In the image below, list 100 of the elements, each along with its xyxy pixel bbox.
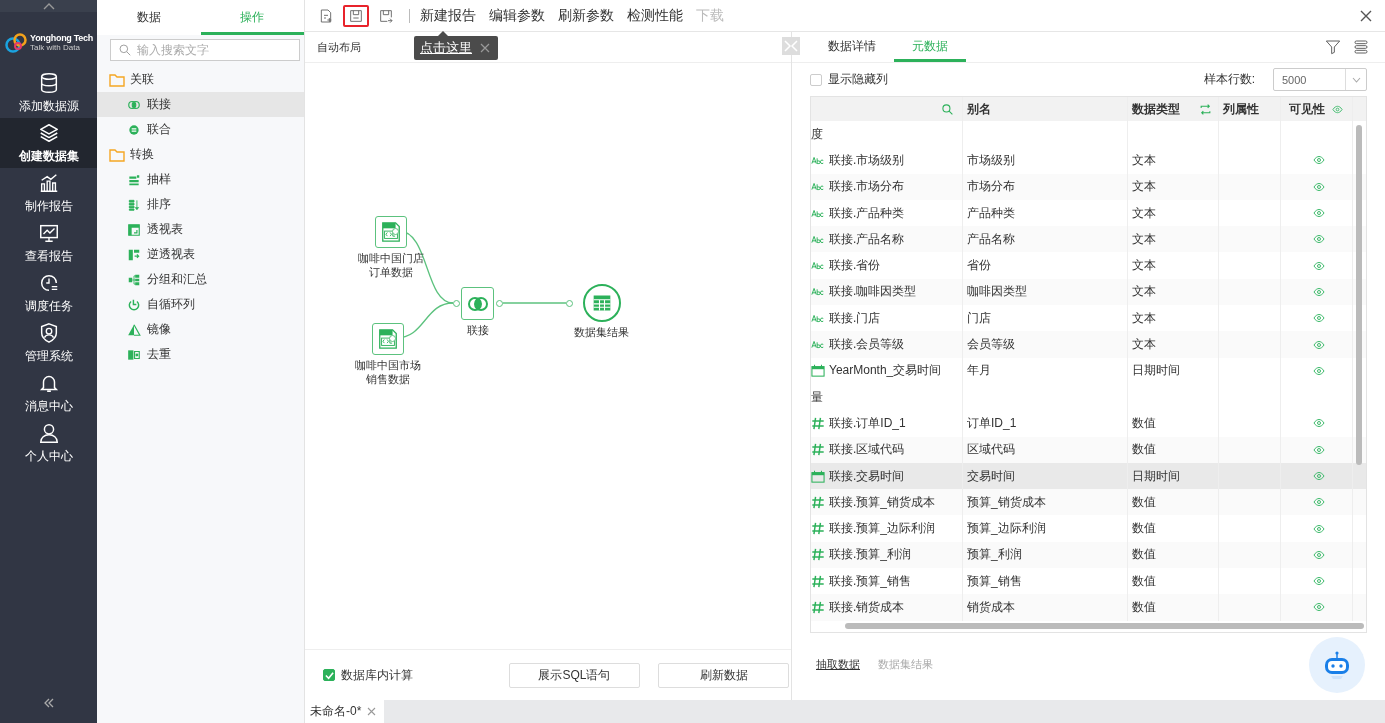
column-header[interactable]: 列属性 xyxy=(1223,100,1259,118)
sample-rows-label: 样本行数: xyxy=(1203,71,1255,88)
eye-icon xyxy=(1311,154,1326,167)
table-cell: 联接.销货成本 xyxy=(829,599,905,616)
operation-item[interactable]: 联接 xyxy=(97,92,304,117)
table-row[interactable]: 联接.省份 省份 文本 xyxy=(811,252,1366,279)
sql-source-node[interactable] xyxy=(372,323,404,355)
layout-label[interactable]: 自动布局 xyxy=(317,39,361,55)
table-cell: 数值 xyxy=(1132,546,1156,564)
table-cell: 文本 xyxy=(1132,178,1156,196)
table-cell: 联接.订单ID_1 xyxy=(829,414,906,432)
table-row[interactable]: 联接.交易时间 交易时间 日期时间 xyxy=(811,462,1366,490)
save-as-icon xyxy=(378,7,394,24)
tree-group[interactable]: 关联 xyxy=(130,71,154,88)
operation-item[interactable]: 透视表 xyxy=(97,217,304,242)
tree-group[interactable]: 转换 xyxy=(130,146,154,163)
calendar-icon xyxy=(811,364,825,378)
loop-icon xyxy=(127,297,141,312)
checkbox[interactable] xyxy=(810,73,822,86)
connection-port[interactable] xyxy=(389,335,396,342)
swap-icon xyxy=(1199,102,1212,116)
nav-item[interactable]: 管理系统 xyxy=(0,318,97,368)
connection-port[interactable] xyxy=(453,300,460,307)
table-cell: 会员等级 xyxy=(967,336,1015,353)
table-cell: 联接.咖啡因类型 xyxy=(829,283,917,301)
table-row[interactable]: 联接.咖啡因类型 咖啡因类型 文本 xyxy=(811,278,1366,306)
connection-port[interactable] xyxy=(496,300,503,307)
table-cell: 联接.市场分布 xyxy=(829,178,905,196)
sql-file-icon xyxy=(377,328,399,350)
connection-port[interactable] xyxy=(392,228,399,235)
operation-item[interactable]: 分组和汇总 xyxy=(97,267,304,292)
table-row[interactable]: 联接.订单ID_1 订单ID_1 数值 xyxy=(811,410,1366,437)
operation-item[interactable]: 联合 xyxy=(97,117,304,142)
nav-item[interactable]: 个人中心 xyxy=(0,418,97,468)
mirror-triangle-icon xyxy=(127,322,141,337)
toolbar-action[interactable]: 检测性能 xyxy=(627,6,683,25)
toolbar-action[interactable]: 编辑参数 xyxy=(489,6,545,25)
document-tab[interactable]: 未命名-0* xyxy=(305,700,385,723)
nav-item[interactable]: 查看报告 xyxy=(0,218,97,268)
checkbox-label: 数据库内计算 xyxy=(341,666,413,684)
link[interactable]: 抽取数据 xyxy=(816,657,860,672)
toolbar-action[interactable]: 新建报告 xyxy=(420,6,476,25)
assistant-button[interactable] xyxy=(1309,637,1365,693)
table-cell: 交易时间 xyxy=(967,467,1015,485)
action-button[interactable]: 刷新数据 xyxy=(658,662,789,688)
table-row[interactable]: 联接.预算_利润 预算_利润 数值 xyxy=(811,541,1366,569)
hash-icon xyxy=(811,574,825,588)
eye-icon xyxy=(1311,180,1326,193)
nav-item[interactable]: 创建数据集 xyxy=(0,118,97,168)
nav-item[interactable]: 制作报告 xyxy=(0,168,97,218)
hash-icon xyxy=(811,548,825,562)
close-icon xyxy=(480,43,490,53)
eye-icon xyxy=(1331,103,1344,115)
sql-source-node[interactable] xyxy=(375,216,407,248)
table-cell: 文本 xyxy=(1132,257,1156,275)
table-row[interactable]: 联接.产品名称 产品名称 文本 xyxy=(811,226,1366,253)
search-field[interactable]: 输入搜索文字 xyxy=(110,39,300,61)
nav-item[interactable]: 消息中心 xyxy=(0,368,97,418)
operation-item[interactable]: 排序 xyxy=(97,192,304,217)
close-button[interactable] xyxy=(1359,8,1373,23)
collapse-toggle[interactable] xyxy=(782,37,800,55)
table-row[interactable]: 联接.市场分布 市场分布 文本 xyxy=(811,173,1366,200)
column-header[interactable]: 别名 xyxy=(967,100,991,118)
horizontal-scrollbar[interactable] xyxy=(845,623,1364,629)
checkbox[interactable] xyxy=(323,669,335,681)
sql-file-icon xyxy=(380,221,402,243)
sample-rows-select[interactable]: 5000 xyxy=(1273,68,1367,91)
vertical-scrollbar[interactable] xyxy=(1356,125,1362,465)
result-node[interactable] xyxy=(582,284,621,322)
table-cell: 联接.会员等级 xyxy=(829,336,905,353)
check-icon xyxy=(324,670,334,680)
toolbar-action[interactable]: 刷新参数 xyxy=(558,6,614,25)
nav-item[interactable]: 添加数据源 xyxy=(0,68,97,118)
panel-tab[interactable]: 数据 xyxy=(97,0,201,35)
operation-item[interactable]: 逆透视表 xyxy=(97,242,304,267)
save-button[interactable] xyxy=(343,4,369,27)
column-header[interactable]: 数据类型 xyxy=(1132,100,1180,118)
operation-item[interactable]: 自循环列 xyxy=(97,292,304,317)
table-row[interactable]: 联接.销货成本 销货成本 数值 xyxy=(811,594,1366,621)
action-button[interactable]: 展示SQL语句 xyxy=(509,662,640,688)
connection-port[interactable] xyxy=(566,300,573,307)
tooltip-text[interactable]: 点击这里 xyxy=(420,39,472,57)
column-header[interactable]: 可见性 xyxy=(1289,100,1325,118)
table-row[interactable]: 联接.市场级别 市场级别 文本 xyxy=(811,147,1366,174)
join-node[interactable] xyxy=(461,287,494,320)
hash-icon xyxy=(811,495,825,509)
table-row[interactable]: 联接.会员等级 会员等级 文本 xyxy=(811,331,1366,358)
operation-item[interactable]: 去重 xyxy=(97,342,304,367)
table-cell: 数值 xyxy=(1132,414,1156,432)
panel-tab[interactable]: 数据详情 xyxy=(810,34,894,62)
logo-tagline: Talk with Data xyxy=(30,44,81,52)
nav-item[interactable]: 调度任务 xyxy=(0,268,97,318)
table-row[interactable]: 联接.预算_边际利润 预算_边际利润 数值 xyxy=(811,515,1366,542)
operation-item[interactable]: 镜像 xyxy=(97,317,304,342)
table-row[interactable]: YearMonth_交易时间 年月 日期时间 xyxy=(811,357,1366,384)
table-row[interactable]: 联接.区域代码 区域代码 数值 xyxy=(811,436,1366,463)
operation-item[interactable]: 抽样 xyxy=(97,167,304,192)
connector-line xyxy=(502,302,567,304)
group-label: 度 xyxy=(811,125,823,143)
table-row[interactable]: 联接.预算_销货成本 预算_销货成本 数值 xyxy=(811,489,1366,516)
